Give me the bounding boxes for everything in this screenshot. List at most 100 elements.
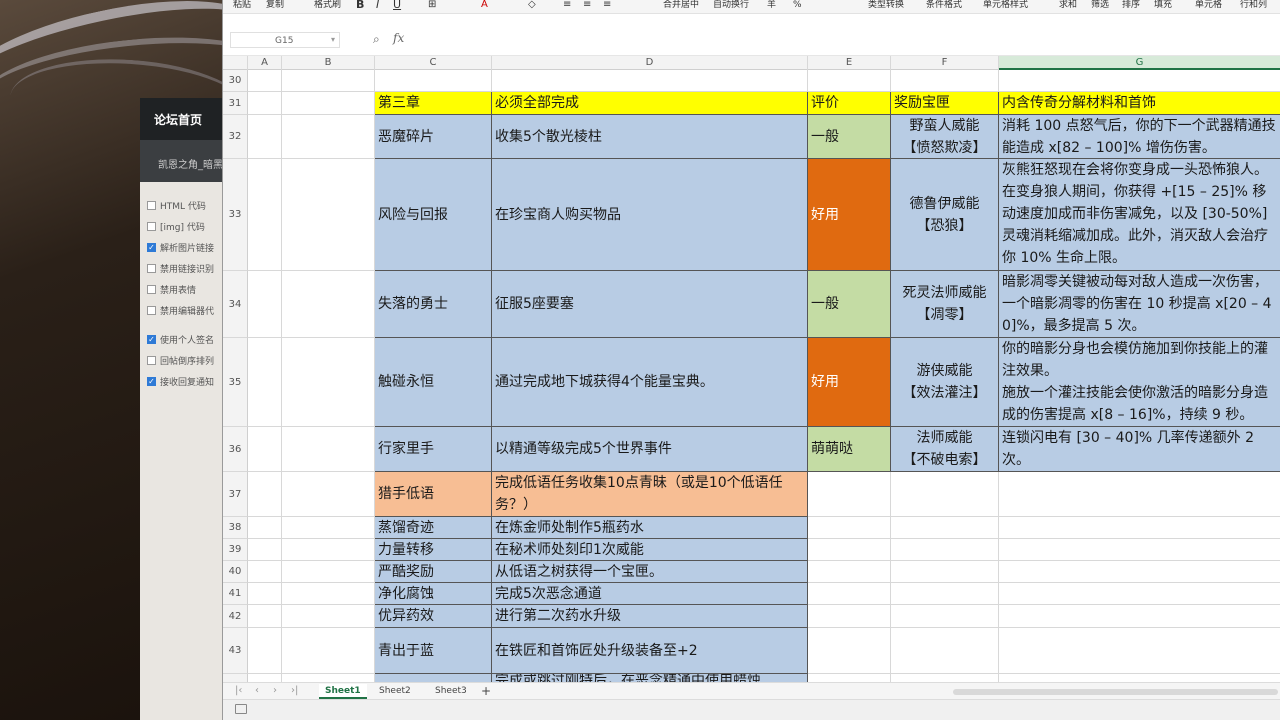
cell[interactable]	[282, 472, 375, 517]
first-sheet-icon[interactable]: |‹	[235, 685, 242, 696]
format-painter-button[interactable]: 格式刷	[314, 0, 341, 10]
row-header[interactable]: 36	[223, 427, 248, 472]
forum-breadcrumb[interactable]: 凯恩之角_暗黑	[140, 140, 230, 182]
row-header[interactable]: 43	[223, 628, 248, 674]
cell[interactable]	[248, 674, 282, 682]
cell[interactable]	[891, 472, 999, 517]
cell[interactable]	[891, 517, 999, 539]
cell[interactable]	[248, 583, 282, 605]
cell-grid[interactable]: 30 31 第三章 必须全部完成 评价 奖励宝匣 内含传奇分解材料和首饰 32 …	[223, 70, 1280, 682]
cell[interactable]	[891, 539, 999, 561]
currency-button[interactable]: 羊	[767, 0, 776, 10]
cell-objective[interactable]: 力量转移	[375, 539, 492, 561]
cell-objective[interactable]: 青出于蓝	[375, 628, 492, 674]
clear-icon[interactable]: ◇	[528, 0, 536, 10]
cell[interactable]	[808, 605, 891, 628]
cell[interactable]	[248, 517, 282, 539]
cell-reward[interactable]: 死灵法师威能 【凋零】	[891, 271, 999, 338]
merge-center-button[interactable]: 合并居中	[663, 0, 699, 10]
column-header-a[interactable]: A	[248, 56, 282, 70]
cell[interactable]	[808, 70, 891, 92]
cell[interactable]	[808, 628, 891, 674]
next-sheet-icon[interactable]: ›	[273, 685, 277, 696]
cell[interactable]	[808, 539, 891, 561]
option-img-code[interactable]: [img] 代码	[147, 216, 230, 237]
cell[interactable]	[999, 561, 1280, 583]
percent-button[interactable]: %	[793, 0, 802, 10]
row-header[interactable]: 33	[223, 159, 248, 271]
cell-reward-header[interactable]: 奖励宝匣	[891, 92, 999, 115]
cell[interactable]	[248, 605, 282, 628]
cell-reward[interactable]: 法师威能 【不破电索】	[891, 427, 999, 472]
cell-objective[interactable]: 严酷奖励	[375, 561, 492, 583]
select-all-corner[interactable]	[223, 56, 248, 70]
column-header-c[interactable]: C	[375, 56, 492, 70]
cell[interactable]	[808, 517, 891, 539]
tab-sheet1[interactable]: Sheet1	[319, 684, 367, 699]
cell-objective[interactable]: 猎手低语	[375, 472, 492, 517]
cell-objective[interactable]: 失落的勇士	[375, 271, 492, 338]
column-header-b[interactable]: B	[282, 56, 375, 70]
filter-button[interactable]: 筛选	[1091, 0, 1109, 10]
checkbox[interactable]	[147, 356, 156, 365]
cell-requirement[interactable]: 收集5个散光棱柱	[492, 115, 808, 159]
option-html-code[interactable]: HTML 代码	[147, 195, 230, 216]
cell-style-button[interactable]: 单元格样式	[983, 0, 1028, 10]
cell[interactable]	[375, 70, 492, 92]
cell[interactable]	[999, 605, 1280, 628]
checkbox[interactable]	[147, 306, 156, 315]
cell-objective[interactable]: 净化腐蚀	[375, 583, 492, 605]
cell[interactable]	[282, 539, 375, 561]
cell-description[interactable]: 暗影凋零关键被动每对敌人造成一次伤害，一个暗影凋零的伤害在 10 秒提高 x[2…	[999, 271, 1280, 338]
forum-nav-home[interactable]: 论坛首页	[140, 98, 230, 140]
cell[interactable]	[248, 115, 282, 159]
cell[interactable]	[282, 674, 375, 682]
sort-button[interactable]: 排序	[1122, 0, 1140, 10]
cell[interactable]	[492, 70, 808, 92]
paste-button[interactable]: 粘贴	[233, 0, 251, 10]
last-sheet-icon[interactable]: ›|	[291, 685, 298, 696]
cell[interactable]	[282, 338, 375, 427]
add-sheet-button[interactable]: +	[475, 684, 497, 699]
cell[interactable]	[248, 628, 282, 674]
row-header[interactable]: 41	[223, 583, 248, 605]
column-header-d[interactable]: D	[492, 56, 808, 70]
cell-contents-header[interactable]: 内含传奇分解材料和首饰	[999, 92, 1280, 115]
column-header-g[interactable]: G	[999, 56, 1280, 70]
checkbox[interactable]	[147, 264, 156, 273]
cell[interactable]	[282, 70, 375, 92]
formula-input[interactable]	[413, 31, 1273, 49]
row-header[interactable]: 32	[223, 115, 248, 159]
copy-button[interactable]: 复制	[266, 0, 284, 10]
sum-button[interactable]: 求和	[1059, 0, 1077, 10]
conditional-format-button[interactable]: 条件格式	[926, 0, 962, 10]
cell[interactable]	[891, 628, 999, 674]
prev-sheet-icon[interactable]: ‹	[255, 685, 259, 696]
cell[interactable]	[891, 561, 999, 583]
cell-requirement[interactable]: 在珍宝商人购买物品	[492, 159, 808, 271]
fx-icon[interactable]: fx	[393, 31, 404, 45]
cell-button[interactable]: 单元格	[1195, 0, 1222, 10]
cell-rating[interactable]: 好用	[808, 159, 891, 271]
row-header[interactable]: 42	[223, 605, 248, 628]
align-right-icon[interactable]: ≡	[603, 0, 611, 10]
cell[interactable]	[891, 605, 999, 628]
cell[interactable]	[282, 628, 375, 674]
cell-rating[interactable]: 一般	[808, 271, 891, 338]
row-header[interactable]: 40	[223, 561, 248, 583]
cell-requirement[interactable]: 在秘术师处刻印1次威能	[492, 539, 808, 561]
row-header[interactable]: 31	[223, 92, 248, 115]
cell-reward[interactable]: 野蛮人威能 【愤怒欺凌】	[891, 115, 999, 159]
cell[interactable]	[248, 561, 282, 583]
tab-sheet2[interactable]: Sheet2	[373, 684, 417, 699]
checkbox-checked[interactable]: ✓	[147, 335, 156, 344]
cell[interactable]	[248, 427, 282, 472]
align-left-icon[interactable]: ≡	[563, 0, 571, 10]
cell[interactable]	[999, 628, 1280, 674]
row-header[interactable]: 38	[223, 517, 248, 539]
cell[interactable]	[248, 472, 282, 517]
font-color-icon[interactable]: A	[481, 0, 488, 10]
cell-requirement[interactable]: 通过完成地下城获得4个能量宝典。	[492, 338, 808, 427]
underline-button[interactable]: U	[393, 0, 401, 10]
cell[interactable]	[808, 472, 891, 517]
